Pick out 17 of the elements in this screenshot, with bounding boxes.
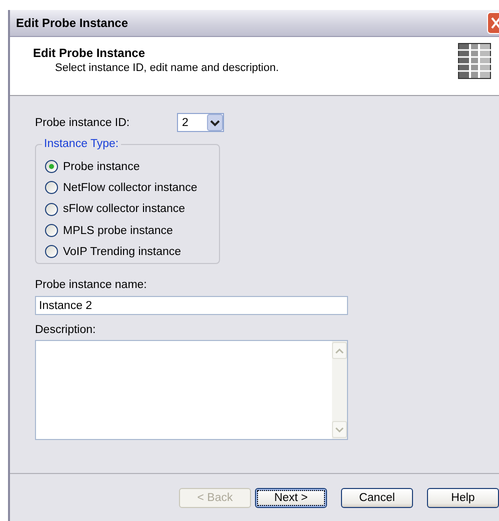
header-title: Edit Probe Instance [33, 46, 146, 60]
id-dropdown[interactable]: 2 [177, 113, 224, 132]
group-legend: Instance Type: [42, 138, 121, 150]
header-subtitle: Select instance ID, edit name and description. [55, 62, 279, 74]
radio-label[interactable]: NetFlow collector instance [63, 182, 198, 194]
field-label: Probe instance name: [35, 279, 148, 291]
field-label: Description: [35, 324, 97, 336]
wizard-button[interactable]: Cancel [341, 488, 413, 508]
name-input[interactable]: Instance 2 [35, 296, 348, 315]
field-label: Probe instance ID: [35, 116, 131, 128]
radio-label[interactable]: MPLS probe instance [63, 224, 173, 237]
wizard-button[interactable]: Help [427, 488, 499, 508]
radio-label[interactable]: sFlow collector instance [63, 203, 186, 216]
wizard-button[interactable]: Next > [255, 488, 327, 508]
radio-label[interactable]: Probe instance [63, 160, 140, 173]
window-title: Edit Probe Instance [16, 16, 128, 30]
radio-label[interactable]: VoIP Trending instance [63, 246, 182, 258]
